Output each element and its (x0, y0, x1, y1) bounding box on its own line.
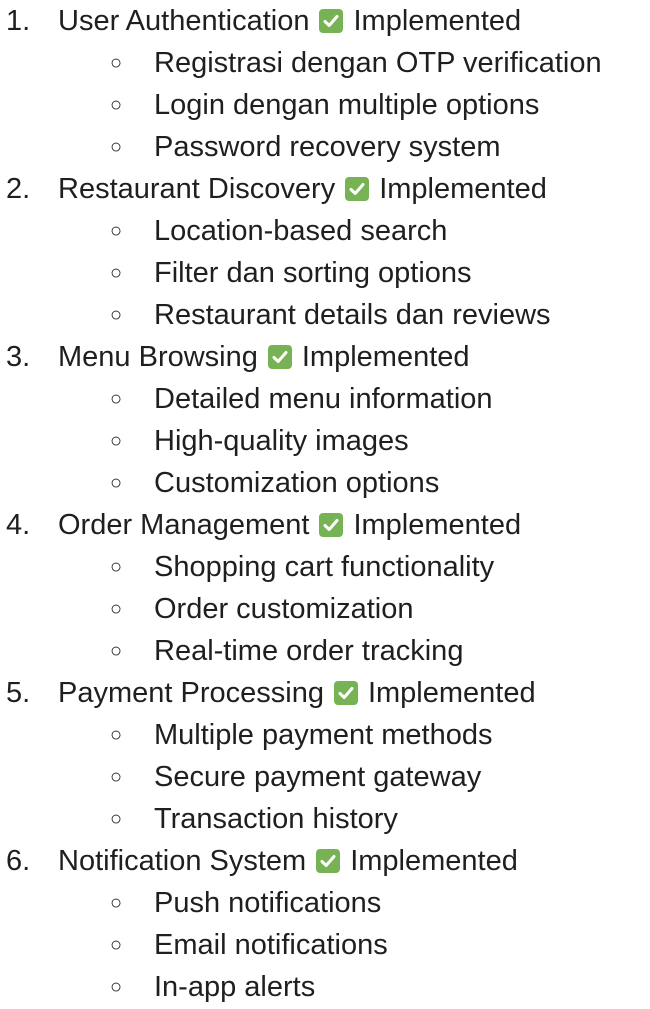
list-item-number: 4. (6, 509, 31, 541)
sub-list-item-text: High-quality images (154, 425, 409, 457)
hollow-bullet-icon: ○ (109, 724, 123, 746)
hollow-bullet-icon: ○ (109, 934, 123, 956)
sub-list-item: ○ Secure payment gateway (0, 756, 650, 798)
sub-list-item-text: Shopping cart functionality (154, 551, 495, 583)
list-item: 1. User Authentication Implemented (0, 0, 650, 42)
list-item: 3. Menu Browsing Implemented (0, 336, 650, 378)
sub-list-item: ○ Real-time order tracking (0, 630, 650, 672)
sub-list-item: ○ Restaurant details dan reviews (0, 294, 650, 336)
hollow-bullet-icon: ○ (109, 598, 123, 620)
check-mark-button-icon (319, 9, 344, 33)
hollow-bullet-icon: ○ (109, 556, 123, 578)
hollow-bullet-icon: ○ (109, 136, 123, 158)
list-item-title: Menu Browsing (58, 341, 258, 373)
sub-list-item-text: Email notifications (154, 929, 388, 961)
sub-list-item-text: Secure payment gateway (154, 761, 482, 793)
sub-list-item-text: In-app alerts (154, 971, 316, 1003)
status-label: Implemented (350, 845, 518, 877)
sub-list-item: ○ Filter dan sorting options (0, 252, 650, 294)
sub-list-item-text: Transaction history (154, 803, 398, 835)
sub-list-item: ○ Shopping cart functionality (0, 546, 650, 588)
sub-list-item-text: Restaurant details dan reviews (154, 299, 551, 331)
list-item-heading: Notification System Implemented (58, 840, 518, 882)
sub-list-item-text: Multiple payment methods (154, 719, 493, 751)
hollow-bullet-icon: ○ (109, 430, 123, 452)
list-item-heading: Restaurant Discovery Implemented (58, 168, 547, 210)
sub-list-item-text: Password recovery system (154, 131, 501, 163)
sub-list-item-text: Real-time order tracking (154, 635, 464, 667)
check-mark-button-icon (267, 345, 292, 369)
sub-list-item: ○ Registrasi dengan OTP verification (0, 42, 650, 84)
list-item-title: Restaurant Discovery (58, 173, 336, 205)
list-item: 5. Payment Processing Implemented (0, 672, 650, 714)
list-item-heading: Order Management Implemented (58, 504, 521, 546)
sub-list-item-text: Push notifications (154, 887, 382, 919)
sub-list-item: ○ Email notifications (0, 924, 650, 966)
hollow-bullet-icon: ○ (109, 892, 123, 914)
hollow-bullet-icon: ○ (109, 976, 123, 998)
list-item-number: 3. (6, 341, 31, 373)
status-label: Implemented (379, 173, 547, 205)
status-label: Implemented (353, 5, 522, 37)
hollow-bullet-icon: ○ (109, 304, 123, 326)
hollow-bullet-icon: ○ (109, 766, 123, 788)
sub-list-item: ○ Password recovery system (0, 126, 650, 168)
check-mark-button-icon (319, 513, 344, 537)
sub-list-item: ○ Push notifications (0, 882, 650, 924)
hollow-bullet-icon: ○ (109, 472, 123, 494)
list-item: 2. Restaurant Discovery Implemented (0, 168, 650, 210)
list-item-number: 1. (6, 5, 31, 37)
hollow-bullet-icon: ○ (109, 94, 123, 116)
hollow-bullet-icon: ○ (109, 388, 123, 410)
sub-list-item: ○ In-app alerts (0, 966, 650, 1008)
list-item-title: User Authentication (58, 5, 310, 37)
status-label: Implemented (301, 341, 470, 373)
sub-list-item: ○ High-quality images (0, 420, 650, 462)
list-item-number: 2. (6, 173, 31, 205)
list-item-title: Notification System (58, 845, 307, 877)
sub-list-item-text: Registrasi dengan OTP verification (154, 47, 602, 79)
list-item-heading: User Authentication Implemented (58, 0, 521, 42)
sub-list-item: ○ Transaction history (0, 798, 650, 840)
check-mark-button-icon (345, 177, 370, 201)
sub-list-item-text: Location-based search (154, 215, 448, 247)
list-item-heading: Menu Browsing Implemented (58, 336, 470, 378)
list-item-number: 6. (6, 845, 31, 877)
sub-list-item: ○ Detailed menu information (0, 378, 650, 420)
hollow-bullet-icon: ○ (109, 640, 123, 662)
sub-list-item-text: Order customization (154, 593, 414, 625)
hollow-bullet-icon: ○ (109, 220, 123, 242)
list-item-number: 5. (6, 677, 31, 709)
sub-list-item-text: Login dengan multiple options (154, 89, 540, 121)
hollow-bullet-icon: ○ (109, 808, 123, 830)
list-item-title: Order Management (58, 509, 310, 541)
sub-list-item: ○ Location-based search (0, 210, 650, 252)
sub-list-item-text: Detailed menu information (154, 383, 493, 415)
list-item-heading: Payment Processing Implemented (58, 672, 536, 714)
check-mark-button-icon (333, 681, 358, 705)
sub-list-item-text: Customization options (154, 467, 440, 499)
list-item: 4. Order Management Implemented (0, 504, 650, 546)
hollow-bullet-icon: ○ (109, 52, 123, 74)
check-mark-button-icon (316, 849, 341, 873)
sub-list-item: ○ Order customization (0, 588, 650, 630)
status-label: Implemented (367, 677, 536, 709)
status-label: Implemented (353, 509, 522, 541)
sub-list-item: ○ Customization options (0, 462, 650, 504)
hollow-bullet-icon: ○ (109, 262, 123, 284)
sub-list-item-text: Filter dan sorting options (154, 257, 472, 289)
sub-list-item: ○ Login dengan multiple options (0, 84, 650, 126)
list-item-title: Payment Processing (58, 677, 324, 709)
sub-list-item: ○ Multiple payment methods (0, 714, 650, 756)
list-item: 6. Notification System Implemented (0, 840, 650, 882)
